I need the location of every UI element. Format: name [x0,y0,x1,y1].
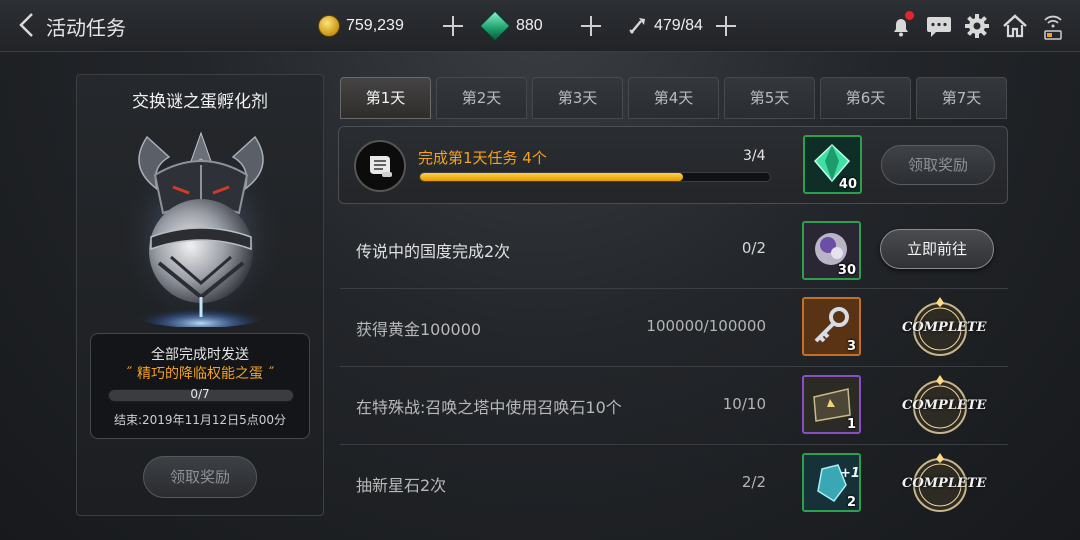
task-name: 获得黄金100000 [356,320,482,339]
scroll-icon [354,140,406,192]
complete-label: COMPLETE [902,476,987,491]
day-tabs: 第1天 第2天 第3天 第4天 第5天 第6天 第7天 [340,77,1008,121]
panel-title: 交换谜之蛋孵化剂 [132,92,268,112]
gold-coin-icon [318,15,340,37]
reward-quantity: 3 [846,339,856,354]
reward-quantity: 1 [846,417,856,432]
task-progress: 100000/100000 [646,317,766,335]
reward-item-slot[interactable]: 1 [802,375,861,434]
reward-item-slot[interactable]: 30 [802,221,861,280]
event-end-time: 结束:2019年11月12日5点00分 [113,413,287,427]
reward-item-name: ˝ 精巧的降临权能之蛋 ˝ [125,366,275,382]
tab-day-7[interactable]: 第7天 [916,77,1007,119]
main-task-count: 3/4 [743,148,766,164]
add-gems-button[interactable] [580,15,602,37]
reward-item-slot[interactable]: 3 [802,297,861,356]
task-row: 传说中的国度完成2次 0/2 30 立即前往 [340,212,1008,289]
overall-progress-text: 0/7 [190,387,210,401]
claim-final-reward-button[interactable]: 领取奖励 [143,456,257,498]
task-name: 抽新星石2次 [356,476,447,495]
reward-quantity: 40 [838,177,857,192]
stamina-amount: 479/84 [654,17,703,34]
system-icons [888,10,1066,42]
task-row: 抽新星石2次 2/2 +1 2 COMPLETE [340,446,1008,523]
task-row: 获得黄金100000 100000/100000 3 COMPLETE [340,290,1008,367]
wifi-battery-icon [1040,13,1066,40]
complete-label: COMPLETE [902,398,987,413]
add-gold-button[interactable] [442,15,464,37]
task-progress: 10/10 [722,395,766,413]
complete-badge-icon: COMPLETE [902,451,987,519]
gem-currency: 880 [479,10,601,42]
gold-currency: 759,239 [318,12,463,40]
add-stamina-button[interactable] [715,15,737,37]
task-progress: 0/2 [741,239,766,257]
reward-gem-slot[interactable]: 40 [803,135,862,194]
reward-caption: 全部完成时发送 [151,347,249,363]
tab-day-4[interactable]: 第4天 [628,77,719,119]
daily-main-task: 完成第1天任务 4个 3/4 40 领取奖励 [338,126,1008,204]
complete-badge-icon: COMPLETE [902,295,987,363]
gear-icon[interactable] [964,13,990,39]
gem-icon [479,10,511,42]
stamina-currency: 479/84 [626,12,736,40]
gem-amount: 880 [516,17,543,34]
reward-quantity: 2 [846,495,856,510]
tab-day-1[interactable]: 第1天 [340,77,431,119]
task-row: 在特殊战:召唤之塔中使用召唤石10个 10/10 1 COMPLETE [340,368,1008,445]
event-reward-panel: 交换谜之蛋孵化剂 全部完成时发送 ˝ 精巧的降临权能之蛋 ˝ 0/7 结束:20… [76,74,324,516]
top-bar: 活动任务 759,239 880 479/84 [0,0,1080,52]
complete-label: COMPLETE [902,320,987,335]
page-title: 活动任务 [46,16,126,40]
task-name: 在特殊战:召唤之塔中使用召唤石10个 [356,398,622,417]
main-task-progress-bar [419,172,771,182]
svg-text:+1: +1 [840,466,859,481]
notification-dot [905,11,914,20]
home-icon[interactable] [1002,13,1028,39]
tab-day-5[interactable]: 第5天 [724,77,815,119]
complete-badge-icon: COMPLETE [902,373,987,441]
tab-day-2[interactable]: 第2天 [436,77,527,119]
task-progress: 2/2 [741,473,766,491]
main-task-progress-fill [420,173,683,181]
chat-icon[interactable] [926,13,952,39]
stamina-key-icon [626,15,648,37]
reward-quantity: 30 [837,263,856,278]
task-name: 传说中的国度完成2次 [356,242,511,261]
final-reward-box: 全部完成时发送 ˝ 精巧的降临权能之蛋 ˝ 0/7 结束:2019年11月12日… [90,333,310,439]
main-task-text: 完成第1天任务 4个 [418,149,547,167]
tab-day-3[interactable]: 第3天 [532,77,623,119]
go-now-button[interactable]: 立即前往 [880,229,994,269]
back-arrow-icon[interactable] [14,10,42,40]
tab-day-6[interactable]: 第6天 [820,77,911,119]
claim-day-reward-button[interactable]: 领取奖励 [881,145,995,185]
gold-amount: 759,239 [346,17,404,34]
bell-icon[interactable] [888,11,914,39]
reward-item-slot[interactable]: +1 2 [802,453,861,512]
